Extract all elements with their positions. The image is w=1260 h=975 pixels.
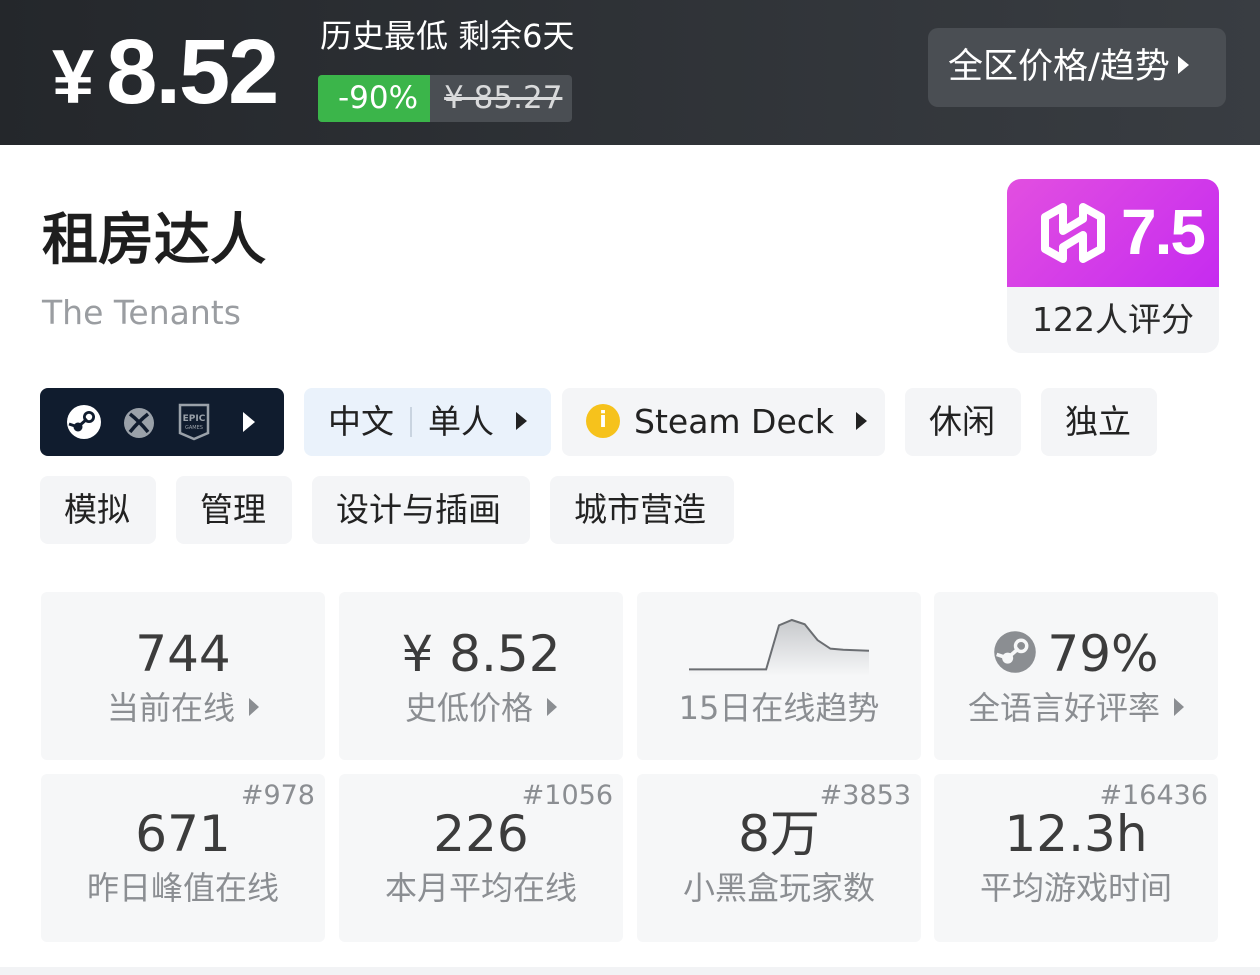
genre-tag[interactable]: 模拟 <box>40 476 156 544</box>
xbox-icon <box>124 408 154 438</box>
players-stat[interactable]: #3853 8万 小黑盒玩家数 <box>637 774 921 942</box>
platform-tag[interactable]: EPIC GAMES <box>40 388 284 456</box>
positive-rate-row: 79% <box>934 622 1218 686</box>
players-label: 小黑盒玩家数 <box>682 869 875 907</box>
genre-tag[interactable]: 设计与插画 <box>312 476 530 544</box>
steam-icon <box>67 405 101 439</box>
online-trend-stat[interactable]: 15日在线趋势 <box>637 592 921 760</box>
steam-deck-tag[interactable]: i Steam Deck <box>562 388 885 456</box>
heybox-logo-icon <box>1041 203 1105 263</box>
avg-playtime-label: 平均游戏时间 <box>979 869 1172 907</box>
monthly-avg-stat[interactable]: #1056 226 本月平均在线 <box>339 774 623 942</box>
rating-card[interactable]: 7.5 122人评分 <box>1007 179 1219 353</box>
genre-tag[interactable]: 独立 <box>1041 388 1157 456</box>
caret-right-icon <box>516 411 527 430</box>
rating-score-area: 7.5 <box>1007 179 1219 287</box>
rating-count: 122人评分 <box>1032 300 1194 339</box>
monthly-avg-value: 226 <box>433 805 529 863</box>
original-price: ¥ 85.27 <box>444 80 563 116</box>
positive-rate-stat[interactable]: 79% 全语言好评率 <box>934 592 1218 760</box>
caret-right-icon <box>249 698 259 716</box>
price-bar: ¥8.52 历史最低 剩余6天 -90% ¥ 85.27 全区价格/趋势 <box>0 0 1260 145</box>
caret-right-icon <box>856 411 868 430</box>
steam-icon <box>994 630 1037 673</box>
avg-playtime-stat[interactable]: #16436 12.3h 平均游戏时间 <box>934 774 1218 942</box>
currency-symbol: ¥ <box>52 35 94 120</box>
language-label: 中文 <box>328 402 394 441</box>
caret-right-icon <box>547 698 557 716</box>
online-trend-sparkline <box>689 618 869 676</box>
game-info-card: 租房达人 The Tenants 7.5 122人评分 EPIC GAMES 中… <box>0 145 1260 967</box>
current-price-value: 8.52 <box>106 21 279 123</box>
current-online-label: 当前在线 <box>41 686 325 730</box>
region-price-trend-button[interactable]: 全区价格/趋势 <box>928 28 1226 107</box>
current-price: ¥8.52 <box>52 21 279 128</box>
monthly-avg-label: 本月平均在线 <box>384 869 577 907</box>
genre-tag[interactable]: 休闲 <box>905 388 1021 456</box>
caret-right-icon <box>1174 698 1184 716</box>
divider <box>410 406 412 437</box>
current-online-stat[interactable]: 744 当前在线 <box>41 592 325 760</box>
lowest-price-stat[interactable]: ¥ 8.52 史低价格 <box>339 592 623 760</box>
game-title-en: The Tenants <box>42 293 241 332</box>
rating-score: 7.5 <box>1121 196 1206 268</box>
player-mode-label: 单人 <box>428 402 494 441</box>
lowest-price-value: ¥ 8.52 <box>401 625 561 683</box>
yesterday-peak-value: 671 <box>135 805 231 863</box>
genre-tag[interactable]: 管理 <box>176 476 292 544</box>
region-price-trend-label: 全区价格/趋势 <box>948 47 1170 87</box>
lowest-price-label: 史低价格 <box>339 686 623 730</box>
yesterday-peak-stat[interactable]: #978 671 昨日峰值在线 <box>41 774 325 942</box>
caret-right-icon <box>1177 56 1189 74</box>
caret-right-icon <box>243 412 255 432</box>
historical-low-note: 历史最低 剩余6天 <box>320 17 575 55</box>
svg-text:GAMES: GAMES <box>185 425 203 431</box>
language-mode-tag[interactable]: 中文 单人 <box>304 388 551 456</box>
svg-text:EPIC: EPIC <box>183 414 206 424</box>
avg-playtime-value: 12.3h <box>1004 805 1148 863</box>
current-online-value: 744 <box>135 625 231 683</box>
yesterday-peak-label: 昨日峰值在线 <box>86 869 279 907</box>
online-trend-label: 15日在线趋势 <box>678 689 880 727</box>
genre-tag[interactable]: 城市营造 <box>550 476 734 544</box>
steam-deck-label: Steam Deck <box>634 402 835 441</box>
epic-games-icon: EPIC GAMES <box>178 403 210 441</box>
positive-rate-value: 79% <box>1047 625 1159 683</box>
game-title-zh: 租房达人 <box>42 208 266 273</box>
discount-percent: -90% <box>318 75 431 122</box>
discount-badge: -90% ¥ 85.27 <box>318 75 573 122</box>
players-value: 8万 <box>738 805 820 863</box>
positive-rate-label: 全语言好评率 <box>934 686 1218 730</box>
info-icon: i <box>586 403 620 438</box>
